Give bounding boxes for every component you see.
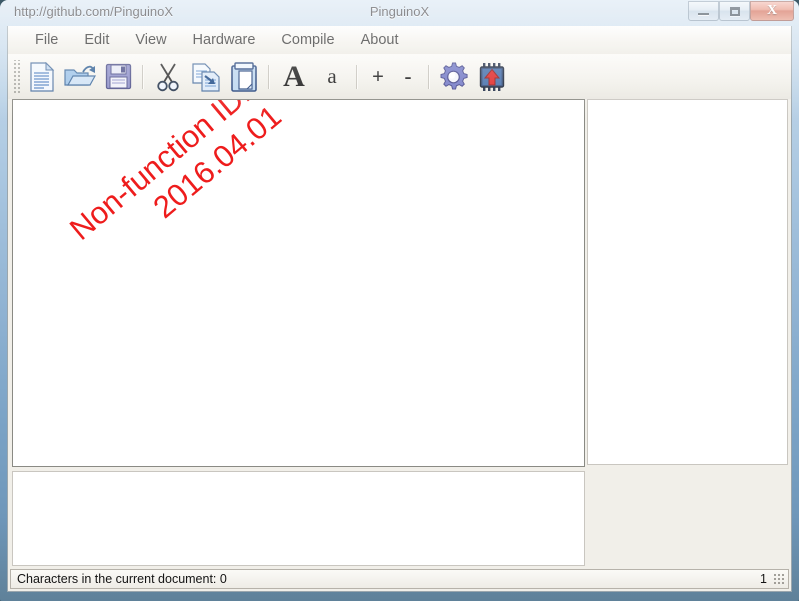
font-increase-icon: A xyxy=(283,59,305,93)
copy-icon xyxy=(192,62,220,92)
toolbar-separator-4 xyxy=(428,64,430,89)
new-file-icon xyxy=(30,61,55,92)
minus-icon: - xyxy=(404,64,412,88)
watermark-line-2: 2016.04.01 xyxy=(146,99,288,225)
minimize-icon xyxy=(698,13,709,15)
maximize-icon xyxy=(729,6,740,16)
side-panel[interactable] xyxy=(587,99,788,465)
status-line-number: 1 xyxy=(760,572,767,586)
menu-about[interactable]: About xyxy=(348,29,412,51)
font-decrease-button[interactable]: a xyxy=(313,57,351,97)
cut-button[interactable] xyxy=(149,57,187,97)
save-floppy-icon xyxy=(105,63,131,90)
copy-button[interactable] xyxy=(187,57,225,97)
toolbar-separator-2 xyxy=(268,64,270,89)
title-bar-url: http://github.com/PinguinoX xyxy=(14,4,173,19)
save-button[interactable] xyxy=(99,57,137,97)
open-folder-icon xyxy=(64,65,96,86)
menu-hardware[interactable]: Hardware xyxy=(180,29,269,51)
zoom-out-button[interactable]: - xyxy=(393,57,423,97)
upload-chip-icon xyxy=(479,62,505,91)
close-button[interactable]: X xyxy=(750,1,794,21)
toolbar-separator-1 xyxy=(142,64,144,89)
maximize-button[interactable] xyxy=(719,1,750,21)
menu-view[interactable]: View xyxy=(122,29,179,51)
status-character-count: Characters in the current document: 0 xyxy=(17,572,227,586)
output-panel[interactable] xyxy=(12,471,585,566)
resize-grip-icon[interactable] xyxy=(773,573,785,585)
menu-compile[interactable]: Compile xyxy=(268,29,347,51)
compile-gear-icon xyxy=(440,61,468,90)
font-increase-button[interactable]: A xyxy=(275,57,313,97)
title-bar[interactable]: http://github.com/PinguinoX PinguinoX X xyxy=(0,0,799,26)
open-file-button[interactable] xyxy=(61,57,99,97)
toolbar-drag-grip[interactable] xyxy=(12,59,21,94)
compile-button[interactable] xyxy=(435,57,473,97)
menu-file[interactable]: File xyxy=(22,29,71,51)
status-bar: Characters in the current document: 0 1 xyxy=(10,569,789,589)
minimize-button[interactable] xyxy=(688,1,719,21)
client-area: File Edit View Hardware Compile About A … xyxy=(7,26,792,592)
code-editor-pane[interactable]: Non-function IDE layout 2016.04.01 xyxy=(12,99,585,467)
cut-scissors-icon xyxy=(157,63,179,91)
zoom-in-button[interactable]: + xyxy=(363,57,393,97)
menu-bar: File Edit View Hardware Compile About xyxy=(8,26,791,54)
upload-button[interactable] xyxy=(473,57,511,97)
toolbar-separator-3 xyxy=(356,64,358,89)
close-icon: X xyxy=(766,3,778,18)
watermark-line-1: Non-function IDE layout xyxy=(63,99,337,247)
plus-icon: + xyxy=(372,64,384,88)
font-decrease-icon: a xyxy=(327,64,337,88)
paste-clipboard-icon xyxy=(231,61,257,92)
paste-button[interactable] xyxy=(225,57,263,97)
menu-edit[interactable]: Edit xyxy=(71,29,122,51)
toolbar: A a + - xyxy=(8,54,791,99)
new-file-button[interactable] xyxy=(23,57,61,97)
watermark-overlay: Non-function IDE layout 2016.04.01 xyxy=(63,99,432,276)
application-window: http://github.com/PinguinoX PinguinoX X … xyxy=(0,0,799,601)
